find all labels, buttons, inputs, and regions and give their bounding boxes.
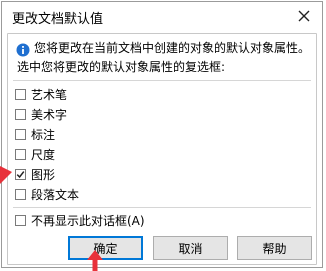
checkmark-icon bbox=[16, 171, 25, 179]
option-checkbox-2[interactable]: 标注 bbox=[15, 126, 55, 143]
dont-show-again-label: 不再显示此对话框(A) bbox=[31, 214, 145, 228]
divider bbox=[13, 80, 311, 81]
checkbox-box[interactable] bbox=[15, 215, 26, 226]
option-checkbox-0[interactable]: 艺术笔 bbox=[15, 86, 67, 103]
option-checkbox-3[interactable]: 尺度 bbox=[15, 146, 55, 163]
option-checkbox-5[interactable]: 段落文本 bbox=[15, 186, 79, 203]
option-label: 标注 bbox=[31, 128, 56, 142]
change-document-defaults-dialog: 更改文档默认值 您将更改在当前文档中创建的对象的默认对象属性。 选中您将更改的默… bbox=[1, 1, 323, 268]
dont-show-again-checkbox[interactable]: 不再显示此对话框(A) bbox=[15, 212, 145, 229]
annotation-arrow-left bbox=[0, 166, 12, 184]
info-icon bbox=[16, 43, 30, 57]
checkbox-box[interactable] bbox=[15, 169, 26, 180]
checkbox-box[interactable] bbox=[15, 149, 26, 160]
checkbox-box[interactable] bbox=[15, 129, 26, 140]
option-label: 艺术笔 bbox=[31, 88, 68, 102]
info-text-line1: 您将更改在当前文档中创建的对象的默认对象属性。 bbox=[34, 41, 311, 55]
option-checkbox-1[interactable]: 美术字 bbox=[15, 106, 67, 123]
help-button[interactable]: 帮助 bbox=[237, 236, 312, 260]
annotation-arrow-up bbox=[87, 250, 103, 271]
options-group: 您将更改在当前文档中创建的对象的默认对象属性。 选中您将更改的默认对象属性的复选… bbox=[7, 33, 317, 265]
checkbox-box[interactable] bbox=[15, 189, 26, 200]
option-checkbox-4[interactable]: 图形 bbox=[15, 166, 55, 183]
checkbox-box[interactable] bbox=[15, 89, 26, 100]
option-label: 图形 bbox=[31, 168, 56, 182]
title-bar: 更改文档默认值 bbox=[2, 2, 322, 31]
dialog-title: 更改文档默认值 bbox=[12, 12, 104, 27]
option-label: 美术字 bbox=[31, 108, 68, 122]
option-label: 尺度 bbox=[31, 148, 56, 162]
divider bbox=[13, 207, 311, 208]
checkbox-box[interactable] bbox=[15, 109, 26, 120]
cancel-button[interactable]: 取消 bbox=[153, 236, 228, 260]
info-text-line2: 选中您将更改的默认对象属性的复选框: bbox=[17, 60, 226, 74]
close-icon bbox=[298, 10, 310, 22]
ok-button[interactable]: 确定 bbox=[68, 236, 143, 260]
option-label: 段落文本 bbox=[31, 188, 80, 202]
close-button[interactable] bbox=[295, 7, 313, 25]
